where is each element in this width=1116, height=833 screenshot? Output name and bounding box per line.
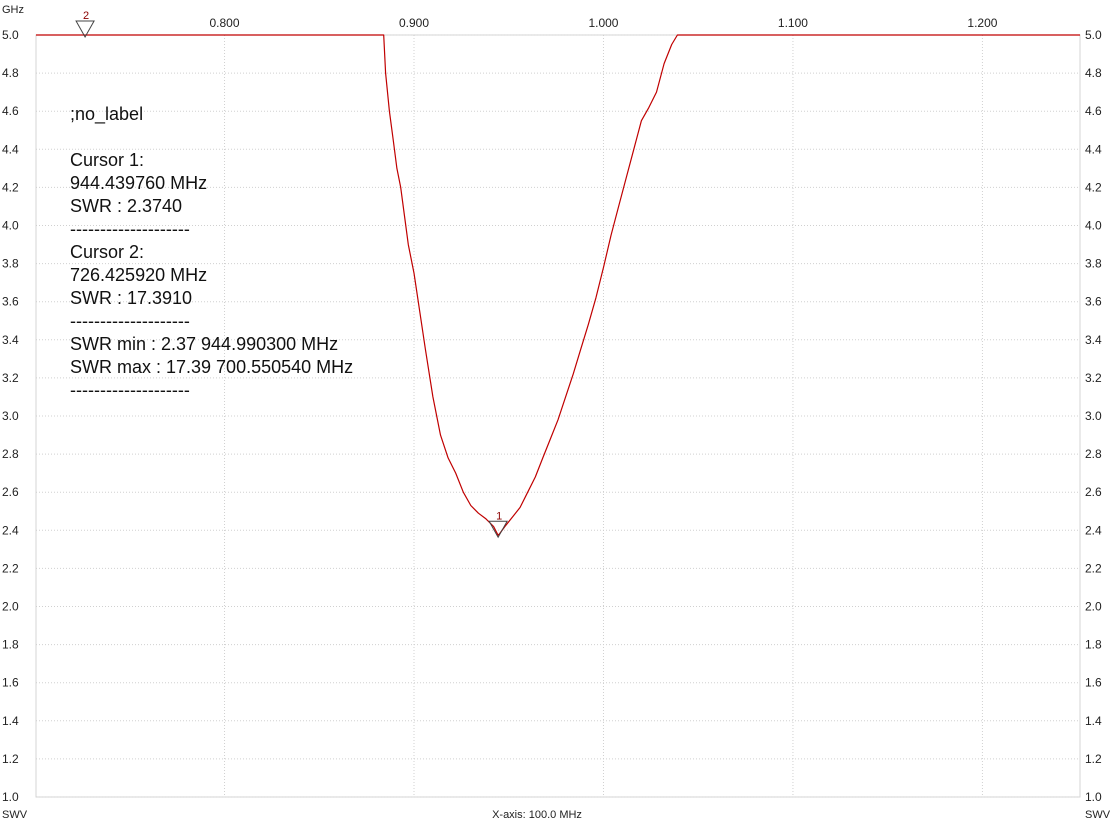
x-tick-label: 1.000: [588, 16, 618, 30]
cursor-info-line: SWR : 2.3740: [70, 196, 182, 216]
cursor-info-line: SWR : 17.3910: [70, 288, 192, 308]
y-tick-label-left: 3.6: [2, 295, 19, 309]
y-tick-label-right: 3.4: [1085, 333, 1102, 347]
x-tick-label: 0.900: [399, 16, 429, 30]
cursor-info-line: SWR min : 2.37 944.990300 MHz: [70, 334, 338, 354]
y-tick-label-left: 2.2: [2, 561, 19, 575]
y-tick-label-left: 1.4: [2, 714, 19, 728]
cursor-info-line: --------------------: [70, 219, 190, 239]
y-tick-label-left: 2.4: [2, 523, 19, 537]
y-tick-label-left: 2.0: [2, 600, 19, 614]
y-tick-label-left: 1.2: [2, 752, 19, 766]
y-tick-label-right: 4.4: [1085, 142, 1102, 156]
series-layer: [36, 34, 1080, 536]
y-tick-label-right: 2.0: [1085, 600, 1102, 614]
cursor-info-line: SWR max : 17.39 700.550540 MHz: [70, 357, 353, 377]
x-tick-label: 1.200: [967, 16, 997, 30]
y-tick-label-left: 4.6: [2, 104, 19, 118]
y-tick-label-left: 2.8: [2, 447, 19, 461]
swr-trace: [36, 34, 1080, 536]
y-tick-label-right: 3.2: [1085, 371, 1102, 385]
y-tick-label-right: 2.2: [1085, 561, 1102, 575]
cursor-info-line: 944.439760 MHz: [70, 173, 207, 193]
y-tick-label-right: 3.6: [1085, 295, 1102, 309]
y-tick-label-right: 3.0: [1085, 409, 1102, 423]
x-unit-label-top: GHz: [2, 4, 24, 16]
y-tick-label-left: 3.0: [2, 409, 19, 423]
y-tick-label-left: 4.0: [2, 219, 19, 233]
swr-chart: 1.0 1.0 1.2 1.2 1.4 1.4 1.6 1.6 1.8 1.8 2.0 2.0 2.2 2…: [2, 4, 1111, 821]
y-tick-label-right: 1.2: [1085, 752, 1102, 766]
marker-1-label: 1: [496, 510, 502, 522]
y-tick-label-right: 4.0: [1085, 219, 1102, 233]
cursor-info-line: 726.425920 MHz: [70, 265, 207, 285]
marker-2-label: 2: [83, 10, 89, 22]
cursor-info-line: --------------------: [70, 380, 190, 400]
grid: [35, 34, 1081, 798]
y-tick-label-left: 2.6: [2, 485, 19, 499]
cursor-info-line: Cursor 2:: [70, 242, 144, 262]
y-unit-label-left: SWV: [2, 809, 28, 821]
y-tick-label-left: 4.8: [2, 66, 19, 80]
x-tick-label: 0.800: [210, 16, 240, 30]
y-tick-label-right: 4.2: [1085, 180, 1102, 194]
y-tick-label-right: 2.8: [1085, 447, 1102, 461]
y-tick-label-right: 3.8: [1085, 257, 1102, 271]
y-tick-label-right: 4.6: [1085, 104, 1102, 118]
y-tick-label-left: 3.4: [2, 333, 19, 347]
tick-labels: 1.0 1.0 1.2 1.2 1.4 1.4 1.6 1.6 1.8 1.8 2.0 2.0 2.2 2…: [2, 16, 1102, 804]
y-tick-label-left: 3.8: [2, 257, 19, 271]
y-tick-label-left: 1.0: [2, 790, 19, 804]
y-tick-label-left: 4.4: [2, 142, 19, 156]
y-tick-label-right: 1.6: [1085, 676, 1102, 690]
cursor-info-line: --------------------: [70, 311, 190, 331]
y-tick-label-right: 5.0: [1085, 28, 1102, 42]
y-tick-label-left: 4.2: [2, 180, 19, 194]
y-tick-label-right: 1.8: [1085, 638, 1102, 652]
cursor-info-panel: ;no_label Cursor 1: 944.439760 MHz SWR : 2.…: [70, 104, 353, 400]
cursor-info-line: Cursor 1:: [70, 150, 144, 170]
y-tick-label-left: 1.6: [2, 676, 19, 690]
y-tick-label-left: 5.0: [2, 28, 19, 42]
y-tick-label-right: 4.8: [1085, 66, 1102, 80]
y-tick-label-right: 2.4: [1085, 523, 1102, 537]
x-axis-note: X-axis: 100.0 MHz: [492, 809, 582, 821]
y-tick-label-right: 1.0: [1085, 790, 1102, 804]
y-tick-label-right: 2.6: [1085, 485, 1102, 499]
y-unit-label-right: SWV: [1085, 809, 1111, 821]
y-tick-label-left: 1.8: [2, 638, 19, 652]
y-tick-label-right: 1.4: [1085, 714, 1102, 728]
cursor-info-line: ;no_label: [70, 104, 143, 125]
y-tick-label-left: 3.2: [2, 371, 19, 385]
x-tick-label: 1.100: [778, 16, 808, 30]
